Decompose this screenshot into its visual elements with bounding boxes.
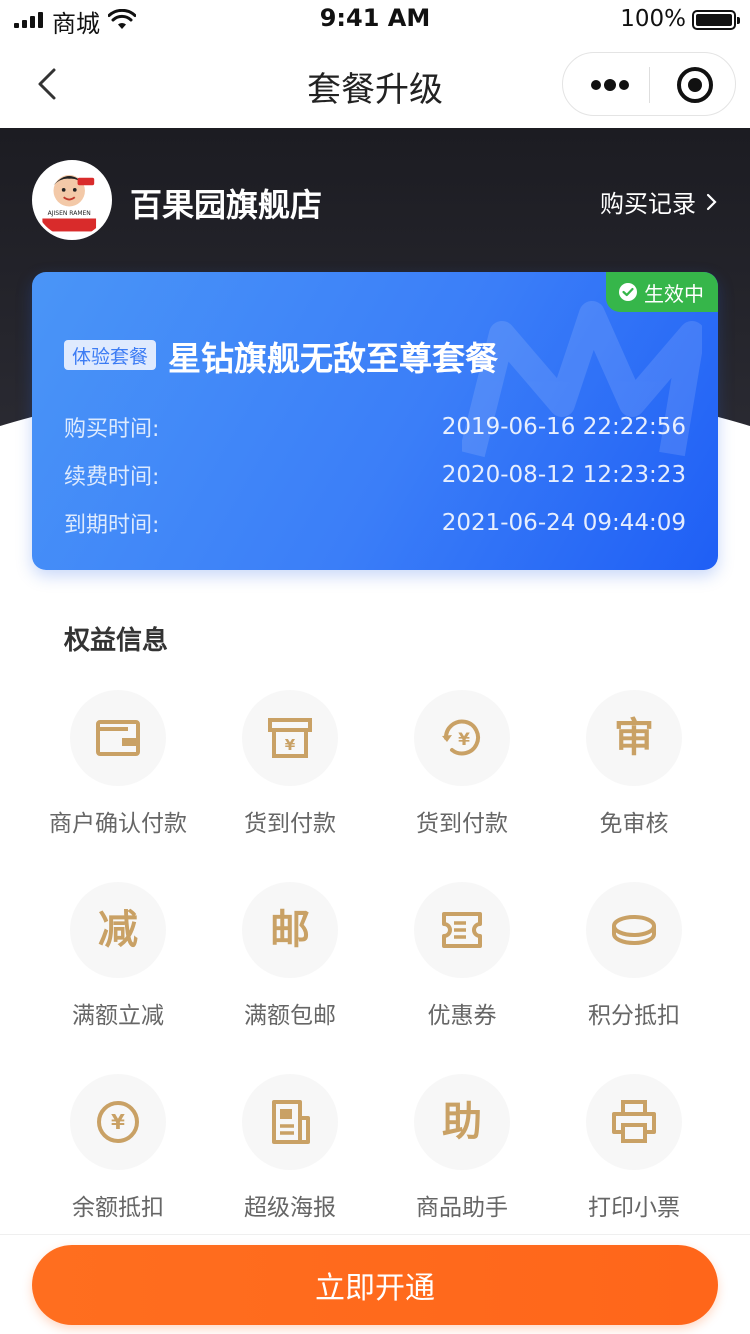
store-logo-icon: AJISEN RAMEN xyxy=(35,163,104,232)
benefit-merchant-confirm[interactable]: 商户确认付款 xyxy=(32,690,204,850)
benefit-label: 余额抵扣 xyxy=(72,1195,164,1221)
trial-tag: 体验套餐 xyxy=(64,340,157,370)
open-now-button[interactable]: 立即开通 xyxy=(32,1245,718,1325)
benefit-label: 满额立减 xyxy=(72,1003,164,1029)
wallet-icon xyxy=(96,720,140,756)
printer-icon xyxy=(612,1100,656,1143)
expire-time-row: 到期时间: 2021-06-24 09:44:09 xyxy=(64,506,686,540)
benefit-icon-circle: 助 xyxy=(414,1074,510,1170)
benefit-cod[interactable]: ¥ 货到付款 xyxy=(204,690,376,850)
status-badge-label: 生效中 xyxy=(644,281,704,306)
store-name: 百果园旗舰店 xyxy=(130,186,323,224)
battery-percent: 100% xyxy=(620,6,686,32)
benefit-no-review[interactable]: 审 免审核 xyxy=(548,690,720,850)
benefit-icon-circle xyxy=(414,882,510,978)
benefit-full-reduction[interactable]: 减 满额立减 xyxy=(32,882,204,1042)
benefit-cod-refresh[interactable]: ¥ 货到付款 xyxy=(376,690,548,850)
svg-text:¥: ¥ xyxy=(458,730,470,750)
plan-name: 星钻旗舰无敌至尊套餐 xyxy=(168,339,498,378)
benefit-label: 积分抵扣 xyxy=(588,1003,680,1029)
benefit-label: 优惠券 xyxy=(427,1003,497,1029)
miniprogram-capsule xyxy=(562,52,736,116)
store-avatar: AJISEN RAMEN xyxy=(32,160,112,240)
benefit-label: 商品助手 xyxy=(416,1195,508,1221)
shen-glyph-icon: 审 xyxy=(614,715,654,761)
benefit-coupon[interactable]: 优惠券 xyxy=(376,882,548,1042)
benefit-icon-circle xyxy=(242,1074,338,1170)
benefit-label: 打印小票 xyxy=(588,1195,680,1221)
info-value: 2020-08-12 12:23:23 xyxy=(441,462,686,488)
yen-refresh-icon: ¥ xyxy=(442,719,480,756)
coin-icon xyxy=(612,915,656,945)
benefit-product-assistant[interactable]: 助 商品助手 xyxy=(376,1074,548,1234)
coupon-icon xyxy=(442,912,482,948)
status-badge: 生效中 xyxy=(606,272,718,312)
svg-text:¥: ¥ xyxy=(111,1110,125,1134)
svg-text:¥: ¥ xyxy=(285,736,296,754)
benefit-print-receipt[interactable]: 打印小票 xyxy=(548,1074,720,1234)
benefit-label: 免审核 xyxy=(599,811,669,837)
benefit-icon-circle: ¥ xyxy=(242,690,338,786)
benefit-icon-circle xyxy=(586,1074,682,1170)
benefit-super-poster[interactable]: 超级海报 xyxy=(204,1074,376,1234)
bottom-bar: 立即开通 xyxy=(0,1234,750,1334)
check-circle-icon xyxy=(619,283,637,301)
plan-card: 生效中 体验套餐 星钻旗舰无敌至尊套餐 购买时间: 2019-06-16 22:… xyxy=(32,272,718,570)
info-value: 2021-06-24 09:44:09 xyxy=(441,510,686,536)
benefit-icon-circle: 审 xyxy=(586,690,682,786)
yen-box-icon: ¥ xyxy=(268,718,312,758)
info-label: 续费时间: xyxy=(64,465,160,490)
chevron-right-icon xyxy=(706,193,717,210)
status-bar: 商城 9:41 AM 100% xyxy=(0,0,750,40)
benefit-icon-circle xyxy=(586,882,682,978)
benefit-icon-circle xyxy=(70,690,166,786)
benefit-label: 货到付款 xyxy=(244,811,336,837)
benefit-label: 满额包邮 xyxy=(244,1003,336,1029)
crown-watermark-icon xyxy=(462,301,702,458)
zhu-glyph-icon: 助 xyxy=(442,1099,482,1145)
info-label: 到期时间: xyxy=(64,513,160,538)
renew-time-row: 续费时间: 2020-08-12 12:23:23 xyxy=(64,458,686,492)
poster-icon xyxy=(272,1100,310,1144)
benefit-balance-deduction[interactable]: ¥ 余额抵扣 xyxy=(32,1074,204,1234)
benefit-label: 货到付款 xyxy=(416,811,508,837)
benefit-free-shipping[interactable]: 邮 满额包邮 xyxy=(204,882,376,1042)
purchase-time-row: 购买时间: 2019-06-16 22:22:56 xyxy=(64,410,686,444)
benefits-title: 权益信息 xyxy=(64,626,169,656)
benefit-icon-circle: ¥ xyxy=(70,1074,166,1170)
jian-glyph-icon: 减 xyxy=(98,907,138,953)
benefit-label: 商户确认付款 xyxy=(49,811,187,837)
nav-bar: 套餐升级 xyxy=(0,40,750,128)
benefit-points-deduction[interactable]: 积分抵扣 xyxy=(548,882,720,1042)
benefit-icon-circle: 邮 xyxy=(242,882,338,978)
svg-text:AJISEN RAMEN: AJISEN RAMEN xyxy=(48,210,91,217)
info-value: 2019-06-16 22:22:56 xyxy=(441,414,686,440)
more-icon[interactable] xyxy=(589,73,629,97)
benefit-label: 超级海报 xyxy=(244,1195,336,1221)
yen-circle-icon: ¥ xyxy=(97,1101,139,1143)
capsule-divider xyxy=(649,67,650,103)
benefit-icon-circle: ¥ xyxy=(414,690,510,786)
info-label: 购买时间: xyxy=(64,417,160,442)
benefit-icon-circle: 减 xyxy=(70,882,166,978)
battery-icon xyxy=(692,10,740,30)
purchase-records-label: 购买记录 xyxy=(600,190,696,218)
you-glyph-icon: 邮 xyxy=(270,907,310,953)
purchase-records-link[interactable]: 购买记录 xyxy=(600,184,718,219)
close-miniprogram-icon[interactable] xyxy=(677,67,713,103)
